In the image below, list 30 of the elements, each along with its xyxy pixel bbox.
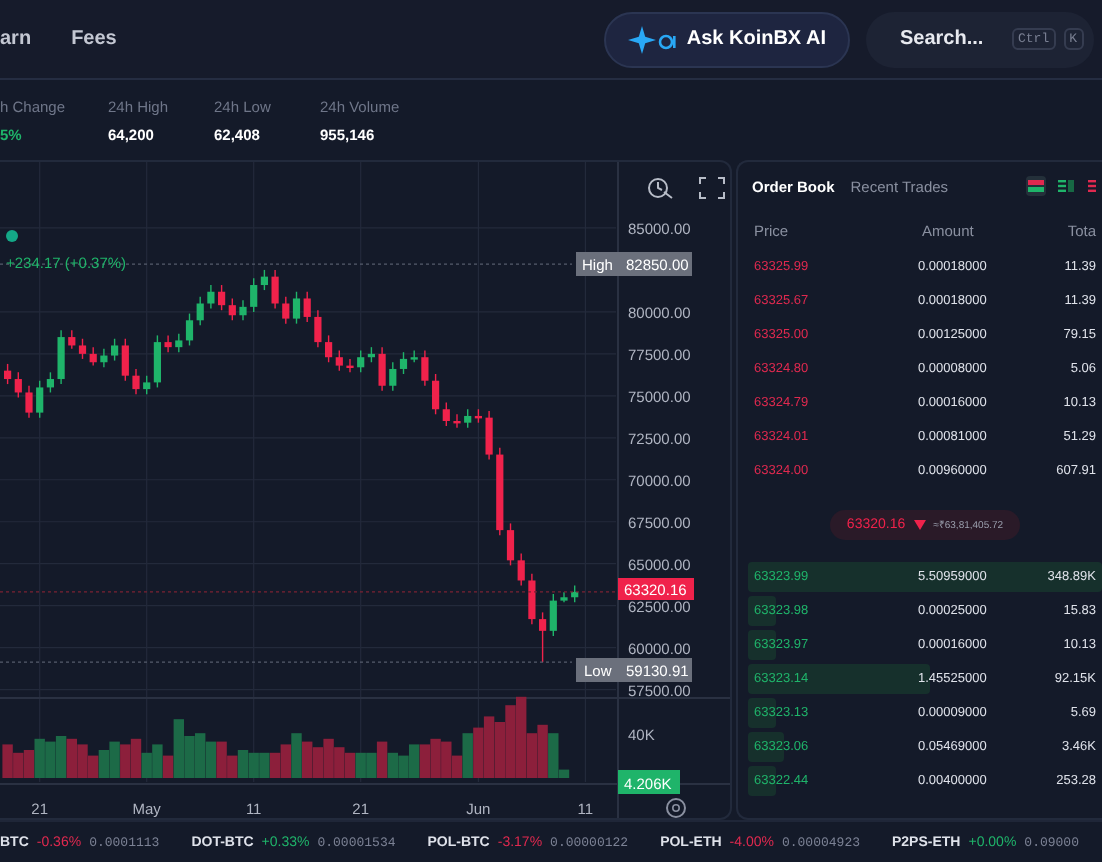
candle [314, 309, 322, 348]
candle [132, 368, 140, 395]
bids-icon[interactable] [1056, 176, 1076, 196]
asks-icon[interactable] [1086, 176, 1102, 196]
candle [528, 573, 536, 625]
candle [239, 299, 247, 321]
fullscreen-icon[interactable] [699, 177, 725, 199]
candle [25, 385, 33, 419]
candle [271, 269, 279, 310]
down-arrow-icon [913, 519, 926, 529]
search-field[interactable]: Search... [894, 28, 1004, 50]
compare-icon[interactable] [648, 178, 673, 199]
candle [164, 334, 172, 353]
candle [571, 584, 579, 603]
nav-link[interactable]: Fees [71, 28, 117, 50]
candle [100, 348, 108, 368]
status-dot [6, 230, 18, 242]
candle [378, 346, 386, 392]
ask-ai-button[interactable]: Ask KoinBX AI [604, 11, 850, 67]
candle [560, 591, 568, 603]
settings-icon[interactable] [666, 798, 686, 818]
candle [346, 358, 354, 373]
sparkle-icon [628, 23, 677, 55]
both-sides-icon[interactable] [1026, 176, 1046, 196]
nav-link[interactable]: arn [0, 28, 32, 50]
candle [207, 284, 215, 310]
candle [57, 329, 65, 385]
candle [453, 413, 461, 429]
candle [485, 410, 493, 461]
candle [421, 349, 429, 387]
